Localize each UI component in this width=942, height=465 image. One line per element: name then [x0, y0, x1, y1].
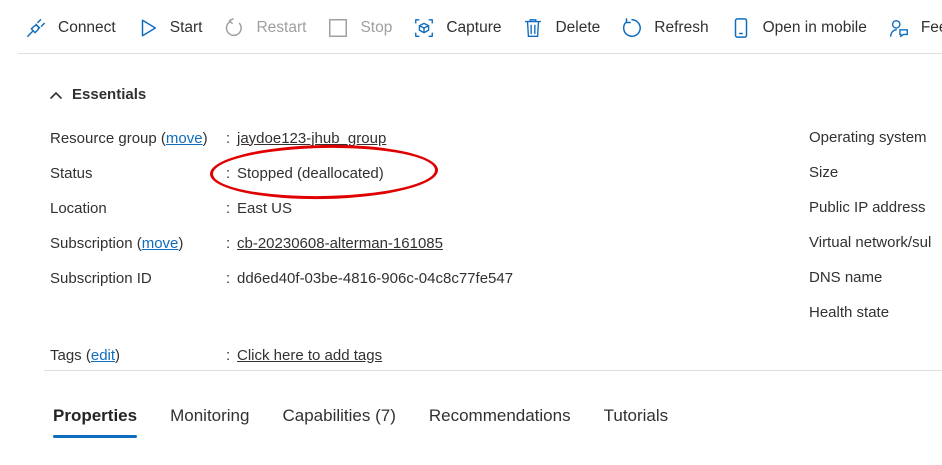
subscription-label: Subscription (move) — [50, 234, 184, 252]
status-label: Status — [50, 164, 93, 182]
essentials-title: Essentials — [72, 86, 147, 103]
colon: : — [226, 129, 231, 147]
health-state-label: Health state — [809, 304, 890, 321]
connect-button[interactable]: Connect — [24, 12, 116, 44]
restart-label: Restart — [256, 19, 307, 36]
status-highlight-annotation — [209, 143, 439, 201]
capture-icon — [412, 16, 436, 40]
capture-label: Capture — [446, 19, 502, 36]
public-ip-label: Public IP address — [809, 199, 926, 216]
play-icon — [136, 16, 160, 40]
tab-recommendations[interactable]: Recommendations — [429, 406, 571, 434]
toolbar-divider — [18, 53, 942, 54]
tags-row: Tags (edit) : Click here to add tags — [50, 344, 382, 366]
essentials-divider — [44, 370, 942, 371]
subscription-link[interactable]: cb-20230608-alterman-161085 — [237, 235, 443, 252]
subscription-id-row: Subscription ID : dd6ed40f-03be-4816-906… — [50, 267, 513, 289]
resource-group-link[interactable]: jaydoe123-jhub_group — [237, 130, 386, 147]
refresh-label: Refresh — [654, 19, 709, 36]
capture-button[interactable]: Capture — [412, 12, 501, 44]
trash-icon — [521, 16, 545, 40]
refresh-icon — [620, 16, 644, 40]
tags-edit-link[interactable]: edit — [91, 347, 115, 364]
tab-monitoring[interactable]: Monitoring — [170, 406, 249, 434]
refresh-button[interactable]: Refresh — [620, 12, 709, 44]
tab-properties[interactable]: Properties — [53, 406, 138, 438]
delete-button[interactable]: Delete — [521, 12, 600, 44]
subscription-id-value: dd6ed40f-03be-4816-906c-04c8c77fe547 — [237, 269, 514, 287]
restart-button[interactable]: Restart — [222, 12, 306, 44]
subscription-id-label: Subscription ID — [50, 269, 152, 287]
feedback-person-icon — [887, 16, 911, 40]
colon: : — [226, 346, 231, 364]
delete-label: Delete — [555, 19, 601, 36]
location-row: Location : East US — [50, 197, 292, 219]
open-in-mobile-button[interactable]: Open in mobile — [729, 12, 867, 44]
subscription-row: Subscription (move) : cb-20230608-alterm… — [50, 232, 443, 254]
add-tags-link[interactable]: Click here to add tags — [237, 347, 382, 364]
feedback-button[interactable]: Feedb — [887, 12, 942, 44]
open-in-mobile-label: Open in mobile — [762, 19, 867, 36]
virtual-network-label: Virtual network/sul — [809, 234, 932, 251]
restart-icon — [222, 16, 246, 40]
stop-label: Stop — [360, 19, 393, 36]
command-bar: Connect Start Restart Stop Capture Delet… — [0, 0, 942, 56]
colon: : — [226, 199, 231, 217]
chevron-up-icon — [50, 91, 62, 99]
subscription-move-link[interactable]: move — [142, 235, 179, 252]
tab-capabilities[interactable]: Capabilities (7) — [282, 406, 395, 434]
plug-icon — [24, 16, 48, 40]
size-label: Size — [809, 164, 839, 181]
mobile-phone-icon — [729, 16, 753, 40]
start-button[interactable]: Start — [136, 12, 203, 44]
location-label: Location — [50, 199, 107, 217]
tab-tutorials[interactable]: Tutorials — [604, 406, 669, 434]
feedback-label: Feedb — [920, 19, 942, 36]
colon: : — [226, 234, 231, 252]
tab-bar: Properties Monitoring Capabilities (7) R… — [53, 406, 701, 438]
resource-group-move-link[interactable]: move — [166, 130, 203, 147]
location-value: East US — [237, 199, 293, 217]
stop-icon — [326, 16, 350, 40]
operating-system-label: Operating system — [809, 129, 927, 146]
essentials-toggle[interactable]: Essentials — [48, 86, 146, 103]
tags-label: Tags (edit) — [50, 346, 121, 364]
colon: : — [226, 269, 231, 287]
stop-button[interactable]: Stop — [326, 12, 392, 44]
resource-group-label: Resource group (move) — [50, 129, 208, 147]
start-label: Start — [169, 19, 203, 36]
dns-name-label: DNS name — [809, 269, 883, 286]
connect-label: Connect — [58, 19, 116, 36]
